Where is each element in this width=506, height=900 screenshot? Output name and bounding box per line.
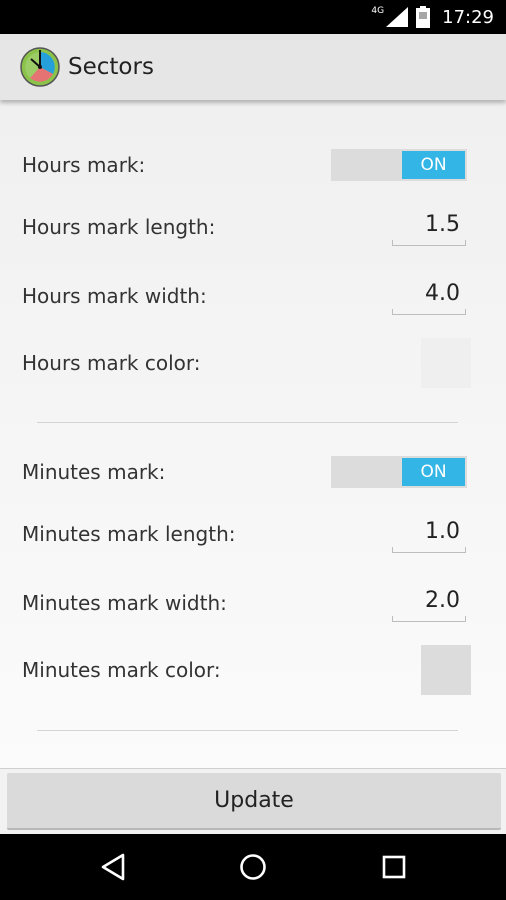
- hours-mark-label: Hours mark:: [22, 153, 146, 177]
- hours-mark-length-value: 1.5: [425, 212, 460, 237]
- hours-mark-color-swatch[interactable]: [421, 338, 471, 388]
- network-type-label: 4G: [371, 6, 385, 16]
- hours-mark-toggle[interactable]: ON: [331, 149, 467, 181]
- field-underline: [392, 240, 466, 246]
- field-underline: [392, 309, 466, 315]
- hours-mark-length-field[interactable]: 1.5: [392, 208, 466, 246]
- minutes-mark-color-label: Minutes mark color:: [22, 658, 221, 682]
- hours-mark-width-value: 4.0: [425, 281, 460, 306]
- minutes-mark-length-label: Minutes mark length:: [22, 522, 236, 546]
- minutes-mark-color-row: Minutes mark color:: [0, 645, 506, 695]
- status-time: 17:29: [442, 6, 494, 28]
- hours-mark-width-field[interactable]: 4.0: [392, 277, 466, 315]
- recents-icon[interactable]: [378, 851, 410, 883]
- hours-mark-color-row: Hours mark color:: [0, 338, 506, 388]
- hours-mark-toggle-on: ON: [402, 151, 465, 179]
- settings-panel: Hours mark: ON Hours mark length: 1.5 Ho…: [0, 100, 506, 768]
- signal-icon: [386, 7, 409, 27]
- field-underline: [392, 547, 466, 553]
- minutes-mark-color-swatch[interactable]: [421, 645, 471, 695]
- navigation-bar: [0, 834, 506, 900]
- app-title: Sectors: [68, 54, 154, 80]
- hours-mark-length-row: Hours mark length: 1.5: [0, 202, 506, 252]
- minutes-mark-length-field[interactable]: 1.0: [392, 515, 466, 553]
- field-underline: [392, 616, 466, 622]
- minutes-mark-row: Minutes mark: ON: [0, 447, 506, 497]
- section-divider: [37, 730, 458, 731]
- home-icon[interactable]: [237, 851, 269, 883]
- battery-icon: [416, 6, 431, 28]
- minutes-mark-width-row: Minutes mark width: 2.0: [0, 578, 506, 628]
- minutes-mark-label: Minutes mark:: [22, 460, 166, 484]
- status-icons: 4G 17:29: [371, 6, 494, 28]
- hours-mark-row: Hours mark: ON: [0, 140, 506, 190]
- minutes-mark-toggle-on: ON: [402, 458, 465, 486]
- bottom-button-area: Update: [0, 768, 506, 834]
- update-button[interactable]: Update: [7, 773, 501, 830]
- back-icon[interactable]: [98, 851, 130, 883]
- hours-mark-width-row: Hours mark width: 4.0: [0, 271, 506, 321]
- minutes-mark-width-value: 2.0: [425, 588, 460, 613]
- minutes-mark-length-row: Minutes mark length: 1.0: [0, 509, 506, 559]
- status-bar: 4G 17:29: [0, 0, 506, 34]
- section-divider: [37, 422, 458, 423]
- minutes-mark-toggle[interactable]: ON: [331, 456, 467, 488]
- minutes-mark-width-field[interactable]: 2.0: [392, 584, 466, 622]
- sectors-app-icon[interactable]: [20, 47, 60, 87]
- hours-mark-width-label: Hours mark width:: [22, 284, 207, 308]
- minutes-mark-length-value: 1.0: [425, 519, 460, 544]
- hours-mark-color-label: Hours mark color:: [22, 351, 201, 375]
- action-bar: Sectors: [0, 34, 506, 100]
- hours-mark-length-label: Hours mark length:: [22, 215, 216, 239]
- minutes-mark-width-label: Minutes mark width:: [22, 591, 227, 615]
